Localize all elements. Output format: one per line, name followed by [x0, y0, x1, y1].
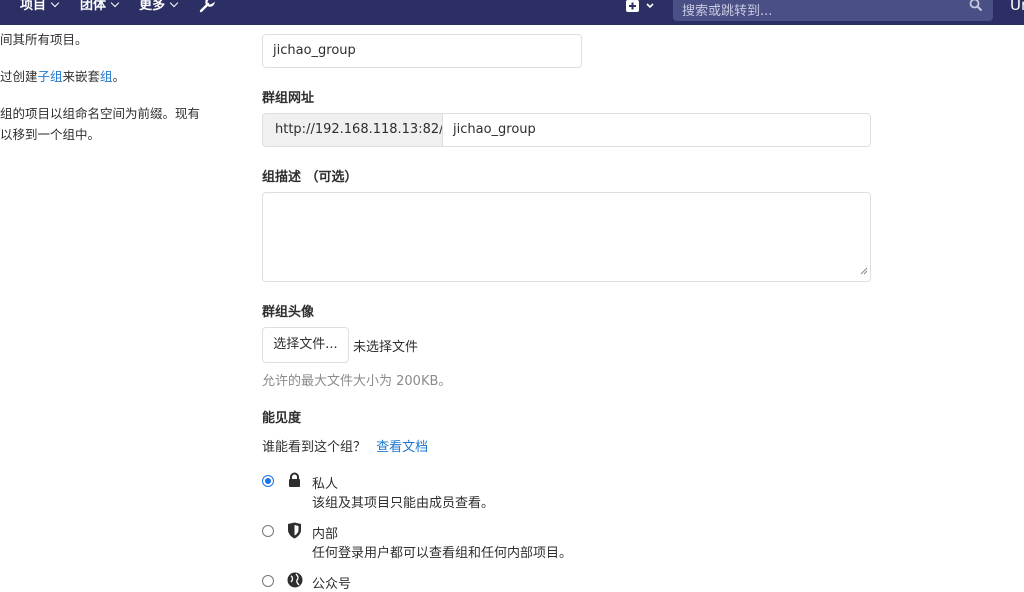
visibility-internal-radio[interactable] [262, 525, 274, 537]
choose-file-button[interactable]: 选择文件... [262, 327, 349, 363]
group-url-label: 群组网址 [262, 91, 315, 106]
visibility-public-radio[interactable] [262, 575, 274, 587]
chevron-down-icon [169, 0, 179, 8]
no-file-chosen-text: 未选择文件 [353, 340, 419, 355]
description-textarea[interactable] [262, 192, 871, 282]
visibility-private-radio[interactable] [262, 475, 274, 487]
visibility-public-label: 公众号 [312, 577, 352, 592]
visibility-label: 能见度 [262, 411, 302, 426]
search-icon[interactable] [969, 0, 983, 16]
globe-icon [287, 572, 303, 592]
visibility-private-desc: 该组及其项目只能由成员查看。 [312, 496, 495, 511]
nav-groups-dropdown[interactable]: 团体 [80, 0, 120, 25]
help-text-fragment: 来嵌套 [62, 69, 101, 84]
chevron-down-icon[interactable] [645, 0, 655, 15]
wrench-icon[interactable] [199, 0, 217, 17]
visibility-internal-label: 内部 [312, 527, 339, 542]
chevron-down-icon [50, 0, 60, 8]
visibility-question: 谁能看到这个组？ 查看文档 [262, 436, 428, 455]
nav-projects-label: 项目 [20, 0, 47, 13]
group-link[interactable]: 组 [100, 69, 113, 84]
help-text-fragment: 。 [112, 69, 126, 84]
visibility-internal-desc: 任何登录用户都可以查看组和任何内部项目。 [312, 546, 573, 561]
chevron-down-icon [110, 0, 120, 8]
nav-groups-label: 团体 [80, 0, 107, 13]
help-text-line: 以移到一个组中。 [0, 127, 101, 142]
avatar-label: 群组头像 [262, 305, 315, 320]
group-url-prefix: http://192.168.118.13:82/ [262, 113, 444, 147]
group-name-input[interactable]: jichao_group [262, 34, 582, 68]
subgroup-link[interactable]: 子组 [38, 69, 63, 84]
shield-icon [287, 522, 302, 543]
nav-more-dropdown[interactable]: 更多 [139, 0, 179, 25]
new-item-plus-icon[interactable] [626, 0, 639, 16]
help-text-line: 过创建子组来嵌套组。 [0, 66, 125, 85]
help-text-fragment: 过创建 [0, 69, 38, 84]
lock-icon [287, 472, 302, 492]
nav-more-label: 更多 [139, 0, 166, 13]
search-placeholder: 搜索或跳转到... [682, 4, 773, 19]
top-navbar: 项目 团体 更多 搜索或跳转到... Ur [0, 0, 1024, 25]
visibility-private-label: 私人 [312, 477, 339, 492]
visibility-question-text: 谁能看到这个组？ [262, 440, 367, 455]
resize-handle-icon[interactable] [860, 264, 868, 279]
help-text-line: 间其所有项目。 [0, 32, 88, 47]
file-size-hint: 允许的最大文件大小为 200KB。 [262, 374, 452, 389]
search-box[interactable]: 搜索或跳转到... [673, 0, 993, 21]
help-text-line: 组的项目以组命名空间为前缀。现有 [0, 106, 201, 121]
description-label: 组描述 （可选） [262, 170, 358, 185]
user-avatar-text[interactable]: Ur [1010, 0, 1024, 14]
group-path-input[interactable]: jichao_group [442, 113, 871, 147]
nav-projects-dropdown[interactable]: 项目 [20, 0, 60, 25]
view-docs-link[interactable]: 查看文档 [376, 440, 428, 455]
